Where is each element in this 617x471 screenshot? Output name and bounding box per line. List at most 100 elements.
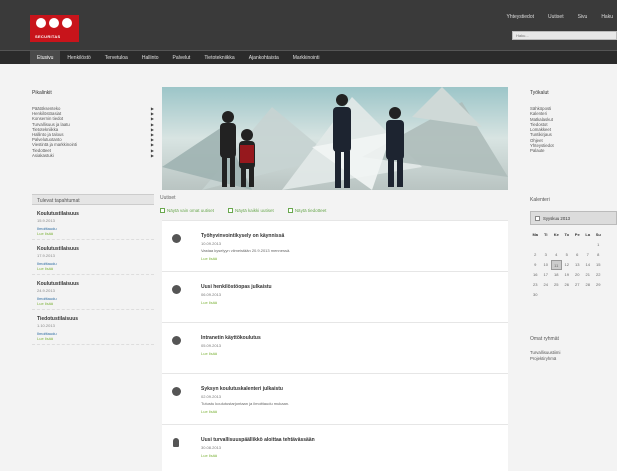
event-date: 17.9.2013 — [37, 253, 55, 258]
calendar-day — [551, 240, 562, 250]
news-title-link[interactable]: Syksyn koulutuskalenteri julkaistu — [201, 386, 283, 392]
read-more-link[interactable]: Lue lisää — [201, 409, 217, 414]
calendar-day[interactable]: 24 — [541, 280, 552, 290]
calendar-day[interactable]: 17 — [541, 270, 552, 280]
left-links-list: Päätöksenteko ▶ Henkilöstöasiat ▶ Konsernin … — [32, 106, 154, 158]
event-item[interactable]: Koulutustilaisuus 15.9.2013 Ilmoittaudu Lue… — [32, 205, 154, 240]
event-title[interactable]: Tiedotustilaisuus — [37, 316, 149, 322]
filter-all[interactable]: Näytä kaikki uutiset — [228, 208, 274, 213]
calendar-day[interactable]: 9 — [530, 260, 541, 270]
news-card[interactable]: Uusi henkilöstöopas julkaistu 06.09.2013 L… — [162, 271, 508, 322]
calendar-day[interactable]: 6 — [572, 250, 583, 260]
calendar-day[interactable]: 21 — [583, 270, 594, 280]
group-link[interactable]: Projektiryhmä — [530, 356, 617, 362]
calendar-day[interactable]: 26 — [562, 280, 573, 290]
calendar-week: 16 17 18 19 20 21 22 — [530, 270, 617, 280]
event-item[interactable]: Koulutustilaisuus 17.9.2013 Ilmoittaudu Lue… — [32, 240, 154, 275]
filter-label: Näytä tiedotteet — [294, 208, 327, 213]
checkbox[interactable] — [287, 208, 293, 213]
weekday-label: Su — [595, 232, 601, 237]
person-icon — [173, 438, 179, 447]
read-more-link[interactable]: Lue lisää — [201, 453, 217, 458]
calendar-day[interactable]: 15 — [593, 260, 604, 270]
calendar-day[interactable]: 18 — [551, 270, 562, 280]
nav-item[interactable]: Palvelut — [166, 51, 198, 65]
read-more-link[interactable]: Lue lisää — [37, 336, 149, 341]
calendar-month-header[interactable]: Syyskuu 2013 — [530, 211, 617, 225]
nav-item[interactable]: Tietotekniikka — [197, 51, 241, 65]
calendar-day[interactable]: 12 — [562, 260, 573, 270]
calendar-day[interactable]: 19 — [562, 270, 573, 280]
event-title[interactable]: Koulutustilaisuus — [37, 246, 149, 252]
filter-own[interactable]: Näytä vain omat uutiset — [160, 208, 214, 213]
calendar-day[interactable]: 30 — [530, 290, 541, 300]
news-card[interactable]: Syksyn koulutuskalenteri julkaistu 02.09.… — [162, 373, 508, 424]
news-card[interactable]: Uusi turvallisuuspäällikkö aloittaa teht… — [162, 424, 508, 471]
news-title-link[interactable]: Uusi turvallisuuspäällikkö aloittaa teht… — [201, 437, 315, 443]
calendar-day[interactable]: 5 — [562, 250, 573, 260]
read-more-link[interactable]: Lue lisää — [37, 266, 149, 271]
news-card[interactable]: Intranetin käyttökoulutus 05.09.2013 Lue l… — [162, 322, 508, 373]
nav-item-home[interactable]: Etusivu — [30, 51, 61, 65]
news-title-link[interactable]: Uusi henkilöstöopas julkaistu — [201, 284, 272, 290]
calendar-toggle-icon[interactable] — [535, 215, 540, 221]
top-link[interactable]: Yhteystiedot — [506, 14, 534, 20]
calendar-day — [530, 240, 541, 250]
event-title[interactable]: Koulutustilaisuus — [37, 211, 149, 217]
calendar-day[interactable]: 13 — [572, 260, 583, 270]
checkbox[interactable] — [160, 208, 165, 213]
calendar-day[interactable]: 1 — [593, 240, 604, 250]
read-more-link[interactable]: Lue lisää — [201, 300, 217, 305]
top-link[interactable]: Sivu — [578, 14, 588, 20]
nav-item[interactable]: Henkilöstö — [60, 51, 97, 65]
right-links-list: Sähköposti Kalenteri Matkalaskut Tiedostot L… — [530, 106, 617, 154]
calendar-month: Syyskuu 2013 — [543, 215, 570, 221]
filter-bulletins[interactable]: Näytä tiedotteet — [287, 208, 327, 213]
calendar-day[interactable]: 10 — [541, 260, 552, 270]
calendar-day[interactable]: 20 — [572, 270, 583, 280]
weekday-label: Ma — [532, 232, 539, 237]
read-more-link[interactable]: Lue lisää — [37, 231, 149, 236]
calendar-day[interactable]: 2 — [530, 250, 541, 260]
calendar-day[interactable]: 16 — [530, 270, 541, 280]
calendar-day[interactable]: 4 — [551, 250, 562, 260]
news-title-link[interactable]: Työhyvinvointikysely on käynnissä — [201, 233, 284, 239]
read-more-link[interactable]: Lue lisää — [201, 256, 217, 261]
calendar-day — [562, 240, 573, 250]
info-icon — [172, 285, 181, 294]
calendar-day[interactable]: 3 — [541, 250, 552, 260]
news-title-link[interactable]: Intranetin käyttökoulutus — [201, 335, 261, 341]
read-more-link[interactable]: Lue lisää — [37, 301, 149, 306]
logo-text: SECURITAS — [35, 34, 61, 39]
search-input[interactable] — [512, 31, 617, 40]
nav-item[interactable]: Hallinto — [135, 51, 166, 65]
calendar-day[interactable]: 25 — [551, 280, 562, 290]
left-link[interactable]: Asiakastuki ▶ — [32, 153, 154, 158]
nav-item[interactable]: Tervetuloa — [98, 51, 135, 65]
checkbox[interactable] — [228, 208, 234, 213]
event-item[interactable]: Tiedotustilaisuus 1.10.2013 Ilmoittaudu Lue… — [32, 310, 154, 345]
nav-item[interactable]: Markkinointi — [286, 51, 327, 65]
calendar-day[interactable]: 29 — [593, 280, 604, 290]
read-more-link[interactable]: Lue lisää — [201, 351, 217, 356]
event-item[interactable]: Koulutustilaisuus 24.9.2013 Ilmoittaudu Lue… — [32, 275, 154, 310]
top-link[interactable]: Uutiset — [548, 14, 564, 20]
calendar-day[interactable]: 7 — [583, 250, 594, 260]
groups-title: Omat ryhmät — [530, 336, 559, 342]
event-title[interactable]: Koulutustilaisuus — [37, 281, 149, 287]
calendar-weekdays: Ma Ti Ke To Pe La Su — [530, 230, 617, 240]
calendar-day[interactable]: 8 — [593, 250, 604, 260]
calendar-day[interactable]: 27 — [572, 280, 583, 290]
securitas-logo[interactable]: SECURITAS — [30, 15, 79, 42]
calendar-day[interactable]: 28 — [583, 280, 594, 290]
news-card[interactable]: Työhyvinvointikysely on käynnissä 10.09.2… — [162, 220, 508, 271]
nav-item[interactable]: Ajankohtaista — [242, 51, 286, 65]
calendar-day[interactable]: 11 — [551, 260, 562, 270]
top-link[interactable]: Haku — [601, 14, 613, 20]
calendar-day[interactable]: 14 — [583, 260, 594, 270]
tool-link[interactable]: Palaute — [530, 148, 617, 153]
calendar-day[interactable]: 22 — [593, 270, 604, 280]
calendar-day[interactable]: 23 — [530, 280, 541, 290]
events-box: Tulevat tapahtumat Koulutustilaisuus 15.9… — [32, 194, 154, 345]
calendar-day — [541, 290, 552, 300]
